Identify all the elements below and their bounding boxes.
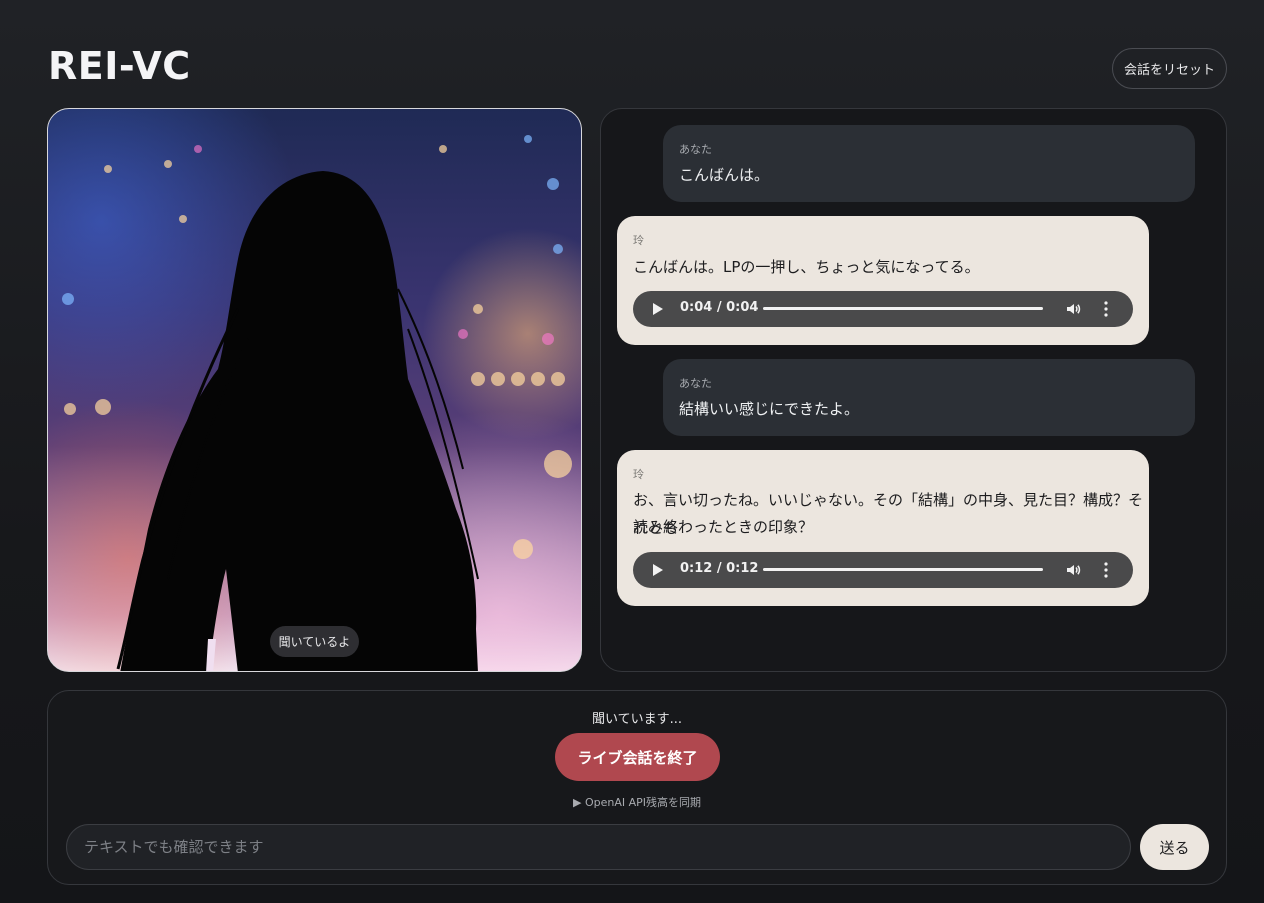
voice-control-panel: 聞いています... ライブ会話を終了 ▶ OpenAI API残高を同期 送る [47,690,1227,885]
assistant-message: 玲 こんばんは。LPの一押し、ちょっと気になってる。 0:04 / 0:04 [617,216,1149,345]
audio-time: 0:04 / 0:04 [680,300,759,315]
assistant-message: 玲 お、言い切ったね。いいじゃない。その「結構」の中身、見た目？構成？それとも … [617,450,1149,606]
play-icon[interactable] [653,303,663,315]
sync-api-balance-toggle[interactable]: ▶ OpenAI API残高を同期 [48,794,1226,810]
more-vertical-icon[interactable] [1104,562,1108,578]
audio-progress-track[interactable] [763,307,1043,310]
user-message: あなた こんばんは。 [663,125,1195,202]
message-speaker: 玲 [633,234,644,247]
message-text: 結構いい感じにできたよ。 [679,400,860,418]
listening-status-text: 聞いています... [591,712,682,727]
audio-progress-track[interactable] [763,568,1043,571]
app-title: REI-VC [48,44,191,88]
message-speaker: あなた [679,377,712,390]
chat-panel[interactable]: あなた こんばんは。 玲 こんばんは。LPの一押し、ちょっと気になってる。 0:… [600,108,1227,672]
play-icon[interactable] [653,564,663,576]
avatar-panel: 聞いているよ [47,108,582,672]
send-button[interactable]: 送る [1140,824,1209,870]
volume-icon[interactable] [1065,562,1081,578]
message-text-line-2: 読み終わったときの印象？ [633,518,814,536]
message-speaker: 玲 [633,468,644,481]
reset-conversation-button[interactable]: 会話をリセット [1112,48,1227,89]
volume-icon[interactable] [1065,301,1081,317]
audio-player[interactable]: 0:04 / 0:04 [633,291,1133,327]
message-speaker: あなた [679,143,712,156]
text-message-input[interactable] [66,824,1131,870]
more-vertical-icon[interactable] [1104,301,1108,317]
character-silhouette [62,135,572,671]
end-live-conversation-button[interactable]: ライブ会話を終了 [555,733,720,781]
user-message: あなた 結構いい感じにできたよ。 [663,359,1195,436]
listening-status-pill: 聞いているよ [270,626,359,657]
audio-time: 0:12 / 0:12 [680,561,759,576]
message-text: こんばんは。LPの一押し、ちょっと気になってる。 [633,258,980,276]
audio-player[interactable]: 0:12 / 0:12 [633,552,1133,588]
message-text: こんばんは。 [679,166,770,184]
